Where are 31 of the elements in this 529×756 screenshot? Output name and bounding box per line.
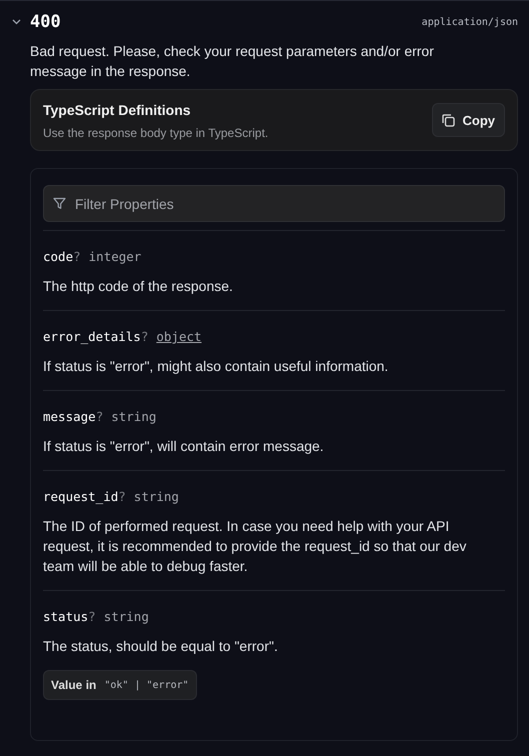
optional-mark: ? <box>118 489 126 504</box>
enum-values: "ok" | "error" <box>104 680 189 690</box>
property-description: The http code of the response. <box>43 277 234 296</box>
property-name: message <box>43 409 96 424</box>
optional-mark: ? <box>140 329 148 344</box>
property-type: string <box>111 409 156 424</box>
property-type: integer <box>88 249 142 264</box>
property-description: If status is "error", will contain error message. <box>43 437 325 456</box>
filter-field[interactable]: Filter Properties <box>43 185 505 222</box>
chevron-icon[interactable] <box>12 19 21 25</box>
property-type: string <box>104 609 149 624</box>
copy-button[interactable]: Copy <box>432 103 505 137</box>
content-type: application/json <box>422 16 518 28</box>
card-subtitle: Use the response body type in TypeScript. <box>43 126 268 140</box>
copy-icon <box>442 114 454 126</box>
response-description: Bad request. Please, check your request parameters and/or error message in the response. <box>30 42 435 81</box>
property-name: error_details <box>43 329 141 344</box>
property-name: code <box>43 249 74 264</box>
status-code: 400 <box>30 12 61 32</box>
property-type: string <box>134 489 179 504</box>
property-description: The ID of performed request. In case you need help with your API request, it is recommended to provide the request_id so that our dev team will be able to debug faster. <box>43 517 468 576</box>
optional-mark: ? <box>73 249 81 264</box>
property-description: If status is "error", might also contain useful information. <box>43 357 390 376</box>
property-name: request_id <box>43 489 118 504</box>
property-description: The status, should be equal to "error". <box>43 637 279 656</box>
property-name: status <box>43 609 88 624</box>
optional-mark: ? <box>96 409 104 424</box>
optional-mark: ? <box>88 609 96 624</box>
card-title: TypeScript Definitions <box>43 102 192 118</box>
enum-label: Value in <box>51 678 96 692</box>
type-link[interactable]: object <box>156 329 202 344</box>
